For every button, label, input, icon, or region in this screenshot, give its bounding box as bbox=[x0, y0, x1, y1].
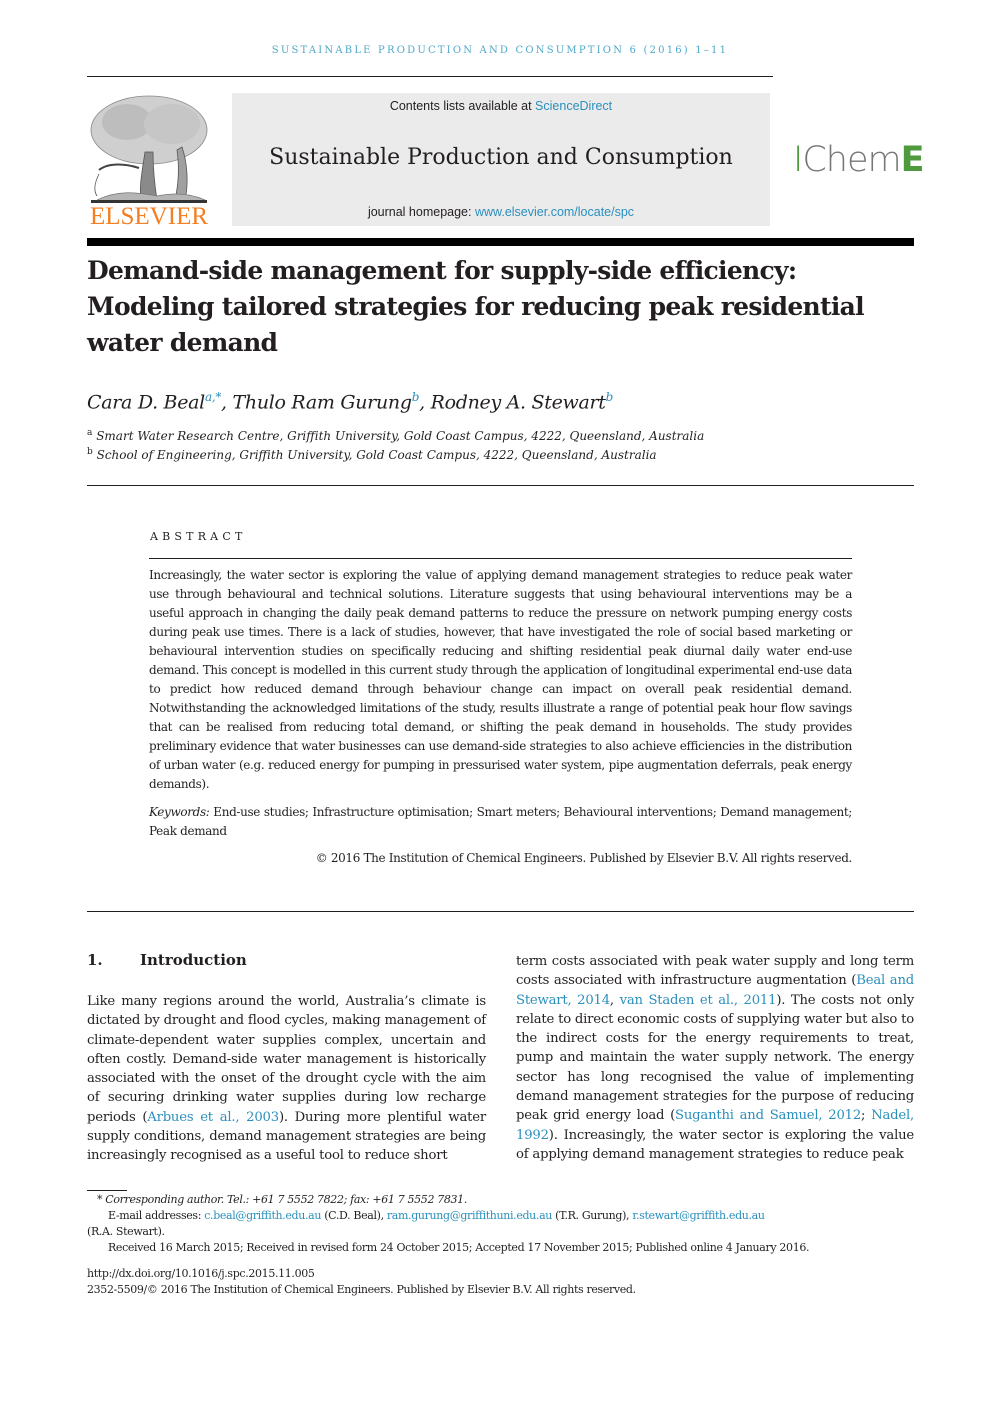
affiliation-text: Smart Water Research Centre, Griffith Un… bbox=[96, 429, 705, 443]
icheme-logo-chem: Chem bbox=[802, 140, 901, 180]
author-name: Rodney A. Stewart bbox=[430, 391, 606, 414]
header-thick-rule bbox=[87, 238, 914, 246]
citation-link[interactable]: Suganthi and Samuel, 2012 bbox=[675, 1108, 861, 1123]
affiliation-text: School of Engineering, Griffith Universi… bbox=[96, 448, 657, 462]
top-rule bbox=[87, 76, 773, 77]
article-title: Demand-side management for supply-side e… bbox=[87, 256, 865, 357]
email-link[interactable]: r.stewart@griffith.edu.au bbox=[632, 1209, 765, 1222]
article-history-dates: Received 16 March 2015; Received in revi… bbox=[108, 1241, 810, 1254]
footnote-rule bbox=[87, 1190, 127, 1191]
email-owner: (R.A. Stewart). bbox=[87, 1225, 165, 1238]
doi-link[interactable]: http://dx.doi.org/10.1016/j.spc.2015.11.… bbox=[87, 1266, 917, 1282]
section-title: Introduction bbox=[140, 951, 247, 969]
elsevier-wordmark: ELSEVIER bbox=[89, 203, 209, 230]
keywords-list: End-use studies; Infrastructure optimisa… bbox=[149, 805, 853, 838]
journal-homepage-link[interactable]: www.elsevier.com/locate/spc bbox=[475, 205, 634, 219]
email-owner: (T.R. Gurung), bbox=[552, 1209, 633, 1222]
running-head: SUSTAINABLE PRODUCTION AND CONSUMPTION 6… bbox=[271, 45, 729, 56]
divider-rule bbox=[87, 485, 914, 486]
section-heading-introduction: 1. Introduction bbox=[87, 951, 247, 969]
email-owner: (C.D. Beal), bbox=[321, 1209, 387, 1222]
body-text: ). Increasingly, the water sector is exp… bbox=[516, 1127, 914, 1162]
affiliation-mark: a bbox=[87, 428, 93, 438]
section-number: 1. bbox=[87, 951, 103, 969]
citation-link[interactable]: Arbues et al., 2003 bbox=[147, 1110, 279, 1125]
icheme-logo: IChemE bbox=[793, 140, 924, 180]
contents-line: Contents lists available at ScienceDirec… bbox=[232, 99, 770, 113]
body-column-left: Like many regions around the world, Aust… bbox=[87, 992, 486, 1166]
body-text: ). The costs not only relate to direct e… bbox=[516, 992, 914, 1124]
affiliation-b: b School of Engineering, Griffith Univer… bbox=[87, 447, 657, 462]
journal-name: Sustainable Production and Consumption bbox=[269, 145, 733, 170]
divider-rule bbox=[87, 911, 914, 912]
affiliation-mark: b bbox=[87, 447, 93, 457]
homepage-line: journal homepage: www.elsevier.com/locat… bbox=[232, 205, 770, 219]
author-name: Thulo Ram Gurung bbox=[232, 391, 412, 414]
body-text: Like many regions around the world, Aust… bbox=[87, 994, 486, 1125]
affiliation-a: a Smart Water Research Centre, Griffith … bbox=[87, 428, 704, 443]
email-link[interactable]: c.beal@griffith.edu.au bbox=[204, 1209, 321, 1222]
sciencedirect-link[interactable]: ScienceDirect bbox=[535, 99, 612, 113]
icheme-logo-i: I bbox=[793, 140, 803, 180]
email-prefix: E-mail addresses: bbox=[108, 1209, 205, 1222]
citation-link[interactable]: van Staden et al., 2011 bbox=[620, 993, 777, 1008]
abstract-rule bbox=[149, 558, 852, 559]
homepage-prefix: journal homepage: bbox=[367, 205, 475, 219]
citation-separator: , bbox=[609, 992, 620, 1008]
author-affiliation-mark[interactable]: b bbox=[606, 390, 614, 404]
author-list: Cara D. Beala,*, Thulo Ram Gurungb, Rodn… bbox=[87, 390, 614, 414]
icheme-logo-e: E bbox=[900, 140, 925, 180]
email-addresses: E-mail addresses: c.beal@griffith.edu.au… bbox=[87, 1208, 917, 1240]
abstract-label: ABSTRACT bbox=[150, 530, 247, 543]
citation-separator: ; bbox=[861, 1108, 872, 1124]
issn-copyright: 2352-5509/© 2016 The Institution of Chem… bbox=[87, 1283, 636, 1296]
author-name: Cara D. Beal bbox=[87, 391, 205, 414]
corresponding-author-note: * Corresponding author. Tel.: +61 7 5552… bbox=[97, 1193, 467, 1206]
body-column-right: term costs associated with peak water su… bbox=[516, 952, 914, 1164]
keywords-label: Keywords: bbox=[149, 805, 210, 819]
author-affiliation-mark[interactable]: a,* bbox=[205, 390, 221, 404]
body-text: term costs associated with peak water su… bbox=[516, 954, 914, 989]
abstract-text: Increasingly, the water sector is explor… bbox=[149, 568, 852, 791]
keywords: Keywords: End-use studies; Infrastructur… bbox=[149, 803, 852, 841]
email-link[interactable]: ram.gurung@griffithuni.edu.au bbox=[387, 1209, 552, 1222]
abstract-copyright: © 2016 The Institution of Chemical Engin… bbox=[315, 851, 853, 865]
contents-prefix: Contents lists available at bbox=[389, 99, 536, 113]
author-affiliation-mark[interactable]: b bbox=[412, 390, 420, 404]
